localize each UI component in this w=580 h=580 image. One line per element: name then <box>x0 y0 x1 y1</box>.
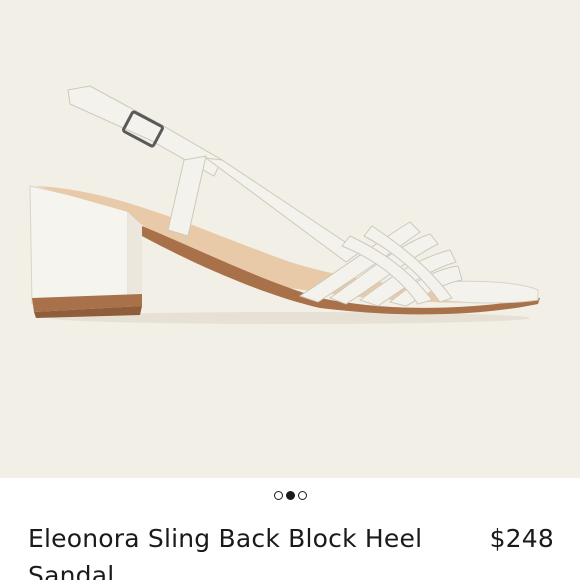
carousel-dot-1[interactable] <box>273 490 283 500</box>
product-price: $248 <box>489 524 554 553</box>
product-info: Eleonora Sling Back Block Heel Sandal $2… <box>28 520 554 580</box>
listing-page: Eleonora Sling Back Block Heel Sandal $2… <box>0 0 580 580</box>
product-title: Eleonora Sling Back Block Heel Sandal <box>28 524 423 580</box>
carousel-indicator <box>0 488 580 502</box>
carousel-dot-2-active[interactable] <box>285 490 295 500</box>
sandal-illustration <box>29 85 540 324</box>
carousel-dot-3[interactable] <box>297 490 307 500</box>
product-image[interactable] <box>0 0 580 478</box>
